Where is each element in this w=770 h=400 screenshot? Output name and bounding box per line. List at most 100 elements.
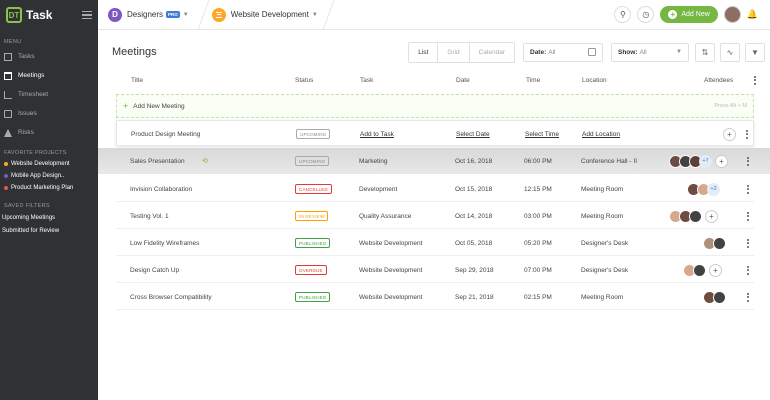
select-date-link[interactable]: Select Date (456, 121, 490, 147)
table-row[interactable]: Testing Vol. 1 IN REVIEW Quality Assuran… (116, 203, 754, 229)
app-logo[interactable]: DT Task (0, 0, 98, 30)
sidebar-item-tasks[interactable]: Tasks (0, 47, 98, 66)
meeting-title[interactable]: Sales Presentation (130, 148, 185, 174)
task-name[interactable]: Quality Assurance (359, 203, 411, 229)
hamburger-menu-icon[interactable] (82, 10, 92, 20)
favorite-project[interactable]: Mobile App Design.. (0, 170, 98, 182)
col-location[interactable]: Location (582, 77, 607, 84)
meeting-title[interactable]: Cross Browser Compatibility (130, 284, 212, 310)
add-location-link[interactable]: Add Location (582, 121, 620, 147)
meeting-time: 12:15 PM (524, 185, 552, 193)
column-options-icon[interactable] (754, 73, 756, 87)
new-meeting-row[interactable]: Product Design Meeting UPCOMING Add to T… (116, 120, 754, 146)
filter-button[interactable]: ▼ (745, 42, 765, 62)
add-attendee-button[interactable]: + (709, 263, 722, 277)
sidebar-item-label: Issues (18, 110, 37, 117)
avatar[interactable] (689, 209, 702, 223)
avatar[interactable] (713, 236, 726, 250)
more-attendees-badge[interactable]: +7 (699, 154, 712, 168)
task-name[interactable]: Website Development (359, 284, 422, 310)
favorite-project[interactable]: Website Development (0, 158, 98, 170)
filter-icon: ▼ (751, 47, 759, 57)
task-name[interactable]: Development (359, 176, 397, 202)
table-row[interactable]: Cross Browser Compatibility PUBLISHED We… (116, 284, 754, 310)
table-row[interactable]: Sales Presentation ⟲ UPCOMING Marketing … (116, 148, 754, 174)
meeting-title[interactable]: Product Design Meeting (131, 121, 200, 147)
date-filter[interactable]: Date: All (523, 42, 603, 62)
status-badge[interactable]: IN REVIEW (295, 211, 329, 221)
status-badge[interactable]: UPCOMING (296, 129, 331, 139)
row-options-icon[interactable] (747, 257, 749, 283)
table-row[interactable]: Design Catch Up OVERDUE Website Developm… (116, 257, 754, 283)
add-attendee-button[interactable]: + (723, 127, 736, 141)
table-row[interactable]: Low Fidelity Wireframes PUBLISHED Websit… (116, 230, 754, 256)
show-filter-label: Show: (618, 48, 638, 56)
app-name: Task (26, 8, 53, 22)
col-time[interactable]: Time (526, 77, 540, 84)
meeting-time: 03:00 PM (524, 212, 552, 220)
saved-filter-item[interactable]: Upcoming Meetings (0, 211, 98, 224)
show-filter[interactable]: Show: All ▼ (611, 42, 689, 62)
view-grid-tab[interactable]: Grid (438, 42, 470, 62)
search-button[interactable]: ⚲ (614, 6, 632, 23)
favorites-section-label: FAVORITE PROJECTS (4, 150, 67, 156)
sidebar-item-meetings[interactable]: Meetings (0, 66, 98, 85)
view-calendar-tab[interactable]: Calendar (470, 43, 514, 62)
add-new-button[interactable]: + Add New (660, 6, 718, 23)
saved-filter-item[interactable]: Submitted for Review (0, 224, 98, 237)
meeting-date: Sep 29, 2018 (455, 266, 494, 274)
add-to-task-link[interactable]: Add to Task (360, 121, 394, 147)
avatar[interactable] (693, 263, 706, 277)
sort-button[interactable]: ⇅ (695, 42, 715, 62)
favorite-project[interactable]: Product Marketing Plan (0, 182, 98, 194)
meeting-title[interactable]: Low Fidelity Wireframes (130, 230, 199, 256)
more-attendees-badge[interactable]: +2 (707, 182, 720, 196)
activity-button[interactable]: ∿ (720, 42, 740, 62)
sidebar-item-risks[interactable]: Risks (0, 123, 98, 142)
row-options-icon[interactable] (746, 121, 748, 147)
row-options-icon[interactable] (747, 284, 749, 310)
sidebar-item-issues[interactable]: Issues (0, 104, 98, 123)
avatar[interactable] (713, 290, 726, 304)
view-list-tab[interactable]: List (409, 42, 439, 62)
project-selector[interactable]: Website Development ▼ (204, 7, 318, 22)
meeting-location: Conference Hall - II (581, 157, 637, 165)
select-time-link[interactable]: Select Time (525, 121, 559, 147)
add-attendee-button[interactable]: + (705, 209, 718, 223)
col-status[interactable]: Status (295, 77, 313, 84)
col-task[interactable]: Task (360, 77, 373, 84)
col-title[interactable]: Title (131, 77, 143, 84)
breadcrumb-divider (322, 0, 335, 30)
meeting-title[interactable]: Design Catch Up (130, 257, 179, 283)
meeting-title[interactable]: Invision Collaboration (130, 176, 192, 202)
workspace-selector[interactable]: D Designers PRO ▼ (98, 0, 203, 30)
task-name[interactable]: Website Development (359, 257, 422, 283)
project-color-dot (4, 174, 8, 178)
sidebar-item-timesheet[interactable]: Timesheet (0, 85, 98, 104)
project-color-dot (4, 162, 8, 166)
add-new-meeting-row[interactable]: + Add New Meeting Press Alt + M (116, 94, 754, 118)
row-options-icon[interactable] (747, 230, 749, 256)
project-name: Website Development (230, 10, 309, 19)
task-name[interactable]: Marketing (359, 148, 388, 174)
row-options-icon[interactable] (747, 203, 749, 229)
row-options-icon[interactable] (747, 176, 749, 202)
status-badge[interactable]: CANCELLED (295, 184, 332, 194)
calendar-icon (4, 71, 12, 80)
col-date[interactable]: Date (456, 77, 470, 84)
status-badge[interactable]: OVERDUE (295, 265, 327, 275)
add-attendee-button[interactable]: + (715, 154, 728, 168)
notification-bell-icon[interactable]: 🔔 (747, 9, 758, 20)
row-options-icon[interactable] (747, 148, 749, 174)
task-name[interactable]: Website Development (359, 230, 422, 256)
status-badge[interactable]: PUBLISHED (295, 292, 331, 302)
table-row[interactable]: Invision Collaboration CANCELLED Develop… (116, 176, 754, 202)
col-attendees[interactable]: Attendees (704, 77, 733, 84)
saved-filters-label: SAVED FILTERS (4, 203, 50, 209)
status-badge[interactable]: PUBLISHED (295, 238, 331, 248)
user-avatar[interactable] (723, 6, 741, 23)
status-badge[interactable]: UPCOMING (295, 156, 330, 166)
meeting-title[interactable]: Testing Vol. 1 (130, 203, 169, 229)
timer-button[interactable]: ◷ (637, 6, 655, 23)
meeting-date: Oct 16, 2018 (455, 157, 493, 165)
